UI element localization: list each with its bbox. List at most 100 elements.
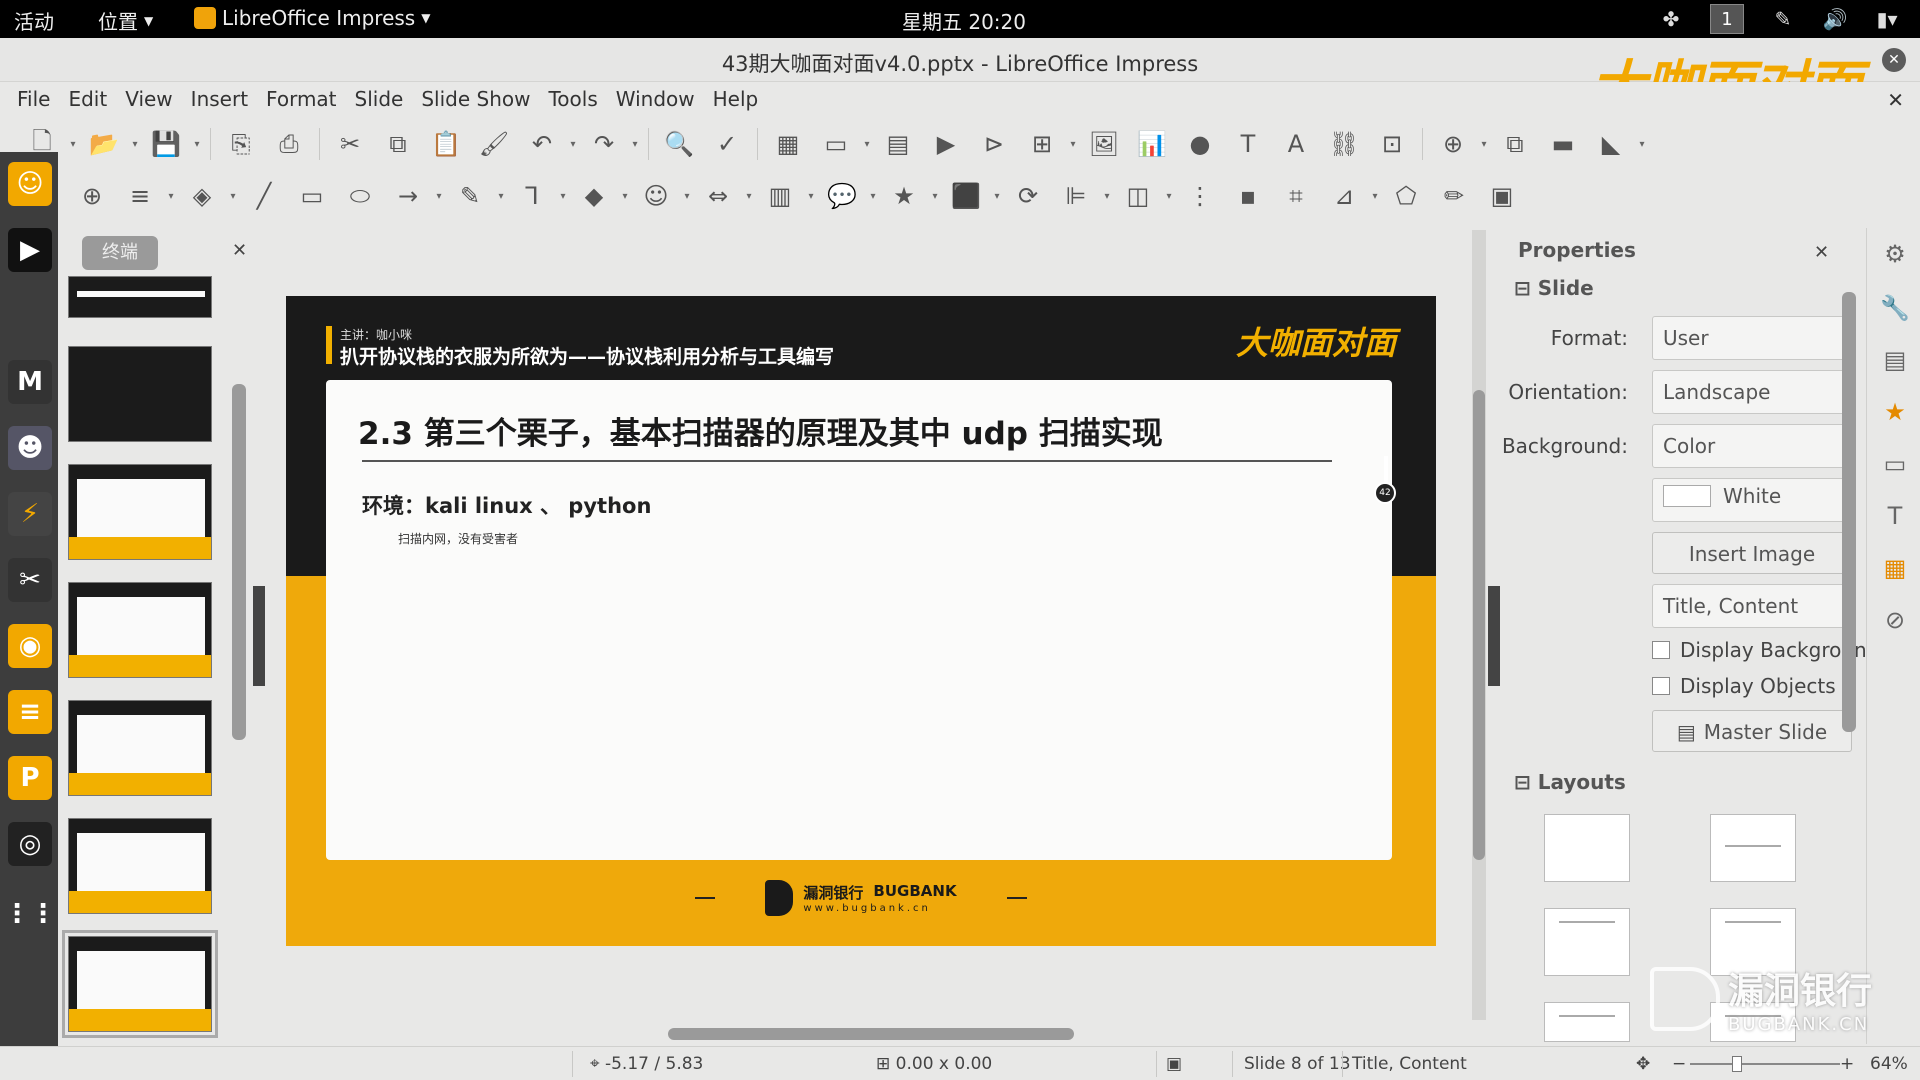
print-icon[interactable]: ⎙ — [267, 124, 311, 164]
battery-icon[interactable]: ▮▾ — [1874, 6, 1900, 32]
slide-thumbnail-3[interactable] — [68, 346, 212, 442]
pen-icon[interactable]: ✎ — [1770, 6, 1796, 32]
volume-icon[interactable]: 🔊 — [1822, 6, 1848, 32]
menu-file[interactable]: File — [8, 82, 59, 118]
layout-title-content[interactable] — [1544, 908, 1630, 976]
menu-slide[interactable]: Slide — [346, 82, 413, 118]
zoom-out-icon[interactable]: − — [1672, 1054, 1686, 1074]
undo-icon[interactable]: ↶ — [520, 124, 564, 164]
chevron-down-icon[interactable]: ▾ — [862, 139, 872, 150]
chevron-down-icon[interactable]: ▾ — [192, 139, 202, 150]
properties-scrollbar[interactable] — [1842, 292, 1856, 732]
ellipse-icon[interactable]: ⬭ — [338, 176, 382, 216]
chevron-down-icon[interactable]: ▾ — [930, 191, 940, 202]
spelling-icon[interactable]: ✓ — [705, 124, 749, 164]
table-icon[interactable]: ⊞ — [1020, 124, 1064, 164]
fill-color-icon[interactable]: ◈ — [180, 176, 224, 216]
slide-environment-text[interactable]: 环境：kali linux 、 python — [362, 490, 651, 520]
3d-objects-icon[interactable]: ⬛ — [944, 176, 988, 216]
line-color-icon[interactable]: ≡ — [118, 176, 162, 216]
menu-window[interactable]: Window — [607, 82, 704, 118]
zoom-slider[interactable] — [1690, 1063, 1840, 1065]
sidebar-collapse-handle[interactable] — [1488, 586, 1500, 686]
block-arrows-icon[interactable]: ⇔ — [696, 176, 740, 216]
crop-icon[interactable]: ⌗ — [1274, 176, 1318, 216]
scrollbar-thumb[interactable] — [1473, 390, 1485, 860]
symbol-shapes-icon[interactable]: ☺ — [634, 176, 678, 216]
chevron-down-icon[interactable]: ▾ — [806, 191, 816, 202]
places-menu[interactable]: 位置 ▼ — [98, 6, 153, 35]
slide-content-box[interactable]: 2.3 第三个栗子，基本扫描器的原理及其中 udp 扫描实现 环境：kali l… — [326, 380, 1396, 860]
layout-centered-text[interactable] — [1544, 1002, 1630, 1042]
fit-slide-icon[interactable]: ✥ — [1636, 1054, 1650, 1074]
section-slide[interactable]: ⊟ Slide — [1514, 276, 1594, 300]
image-icon[interactable]: 🖼 — [1082, 124, 1126, 164]
obs-icon[interactable]: ◎ — [8, 822, 52, 866]
glue-points-icon[interactable]: ✏ — [1432, 176, 1476, 216]
zoom-in-icon[interactable]: + — [1840, 1054, 1854, 1074]
chevron-down-icon[interactable]: ▾ — [1637, 139, 1647, 150]
chevron-down-icon[interactable]: ▾ — [868, 191, 878, 202]
chevron-down-icon[interactable]: ▾ — [630, 139, 640, 150]
faraday-icon[interactable]: ◉ — [8, 624, 52, 668]
save-icon[interactable]: 💾 — [144, 124, 188, 164]
tray-app-icon[interactable]: ✤ — [1658, 6, 1684, 32]
workspace-indicator[interactable]: 1 — [1710, 4, 1744, 34]
hyperlink-icon[interactable]: ⛓ — [1322, 124, 1366, 164]
slide-title[interactable]: 2.3 第三个栗子，基本扫描器的原理及其中 udp 扫描实现 — [358, 408, 1163, 453]
section-layouts[interactable]: ⊟ Layouts — [1514, 770, 1626, 794]
chart-icon[interactable]: 📊 — [1130, 124, 1174, 164]
chevron-down-icon[interactable]: ▾ — [1164, 191, 1174, 202]
slide-transition-icon[interactable]: ◣ — [1589, 124, 1633, 164]
menu-tools[interactable]: Tools — [539, 82, 606, 118]
chevron-down-icon[interactable]: ▾ — [992, 191, 1002, 202]
scrollbar-thumb[interactable] — [668, 1028, 1074, 1040]
slide-thumbnail-8[interactable] — [62, 930, 218, 1038]
styles-deck-icon[interactable]: T — [1879, 500, 1911, 532]
navigator-deck-icon[interactable]: ⊘ — [1879, 604, 1911, 636]
chevron-down-icon[interactable]: ▾ — [166, 191, 176, 202]
chevron-down-icon[interactable]: ▾ — [1068, 139, 1078, 150]
connector-icon[interactable]: ⅂ — [510, 176, 554, 216]
line-icon[interactable]: ╱ — [242, 176, 286, 216]
basic-shapes-icon[interactable]: ◆ — [572, 176, 616, 216]
slide-thumbnail-5[interactable] — [68, 582, 212, 678]
chevron-down-icon[interactable]: ▾ — [1370, 191, 1380, 202]
menu-help[interactable]: Help — [704, 82, 768, 118]
start-current-slide-icon[interactable]: ⊳ — [972, 124, 1016, 164]
paste-icon[interactable]: 📋 — [424, 124, 468, 164]
layout-select[interactable]: Title, Content — [1652, 584, 1852, 628]
points-icon[interactable]: ⬠ — [1384, 176, 1428, 216]
checkbox-box[interactable] — [1652, 641, 1670, 659]
menu-slide-show[interactable]: Slide Show — [412, 82, 539, 118]
curve-icon[interactable]: ✎ — [448, 176, 492, 216]
background-select[interactable]: Color — [1652, 424, 1852, 468]
menu-format[interactable]: Format — [257, 82, 345, 118]
text-editor-icon[interactable]: ≡ — [8, 690, 52, 734]
chevron-down-icon[interactable]: ▾ — [68, 139, 78, 150]
filter-icon[interactable]: ⊿ — [1322, 176, 1366, 216]
chevron-down-icon[interactable]: ▾ — [228, 191, 238, 202]
app-menu[interactable]: LibreOffice Impress ▼ — [194, 6, 430, 30]
slide-thumbnail-4[interactable] — [68, 464, 212, 560]
align-icon[interactable]: ⊫ — [1054, 176, 1098, 216]
zoom-icon[interactable]: ⊕ — [70, 176, 114, 216]
display-views-icon[interactable]: ▭ — [814, 124, 858, 164]
menu-edit[interactable]: Edit — [59, 82, 116, 118]
open-icon[interactable]: 📂 — [82, 124, 126, 164]
find-replace-icon[interactable]: 🔍 — [657, 124, 701, 164]
chevron-down-icon[interactable]: ▾ — [1479, 139, 1489, 150]
chevron-down-icon[interactable]: ▾ — [434, 191, 444, 202]
layout-title-only[interactable] — [1710, 814, 1796, 882]
rectangle-icon[interactable]: ▭ — [290, 176, 334, 216]
burpsuite-icon[interactable]: ⚡ — [8, 492, 52, 536]
arrange-icon[interactable]: ◫ — [1116, 176, 1160, 216]
background-color-select[interactable]: White — [1652, 478, 1852, 522]
activities-button[interactable]: 活动 — [14, 6, 54, 35]
gallery-deck-icon[interactable]: ▦ — [1879, 552, 1911, 584]
armitage-icon[interactable]: ☻ — [8, 426, 52, 470]
format-select[interactable]: User — [1652, 316, 1852, 360]
show-apps-icon[interactable]: ⋮⋮ — [4, 892, 56, 936]
zoom-level[interactable]: 64% — [1870, 1054, 1908, 1074]
menu-view[interactable]: View — [116, 82, 181, 118]
